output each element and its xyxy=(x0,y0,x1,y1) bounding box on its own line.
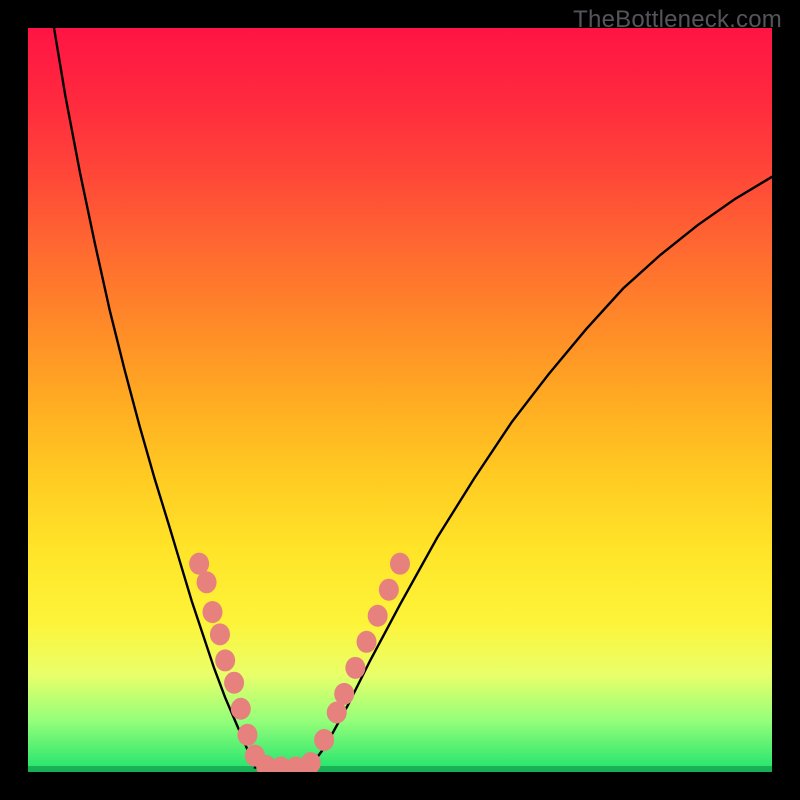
data-marker xyxy=(368,605,388,627)
data-marker xyxy=(224,672,244,694)
chart-svg xyxy=(28,28,772,772)
plot-area xyxy=(28,28,772,772)
data-marker xyxy=(314,729,334,751)
data-marker xyxy=(237,724,257,746)
data-marker xyxy=(203,601,223,623)
data-marker xyxy=(334,683,354,705)
data-marker xyxy=(379,579,399,601)
data-marker xyxy=(390,553,410,575)
data-marker xyxy=(197,571,217,593)
bottleneck-curve xyxy=(54,28,772,769)
data-marker xyxy=(215,649,235,671)
data-marker xyxy=(345,657,365,679)
data-marker xyxy=(357,631,377,653)
data-marker xyxy=(231,698,251,720)
curve-group xyxy=(54,28,772,769)
marker-group xyxy=(189,553,410,772)
data-marker xyxy=(210,623,230,645)
